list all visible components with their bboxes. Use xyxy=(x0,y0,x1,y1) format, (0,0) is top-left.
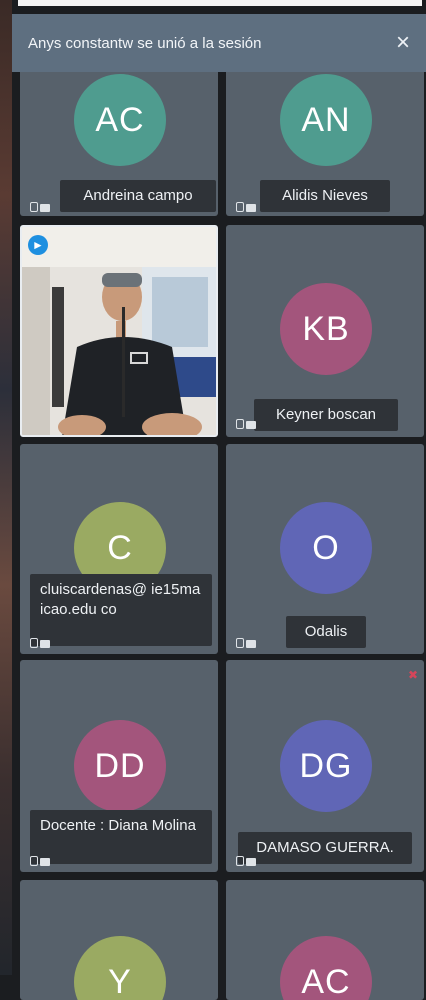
status-icons xyxy=(30,636,52,648)
participant-name: Docente : Diana Molina xyxy=(30,810,212,864)
participant-tile[interactable]: KB Keyner boscan xyxy=(226,225,424,437)
status-icons xyxy=(236,417,258,429)
avatar: AC xyxy=(74,74,166,166)
avatar: DG xyxy=(280,720,372,812)
participant-grid: AC Andreina campo AN Alidis Nieves ► KB … xyxy=(0,0,426,1000)
status-icons xyxy=(236,854,258,866)
participant-name: Andreina campo xyxy=(60,180,216,212)
video-tile[interactable]: ► xyxy=(20,225,218,437)
participant-tile[interactable]: AC Andreina campo xyxy=(20,60,218,216)
participant-tile[interactable]: AC xyxy=(226,880,424,1000)
participant-name: Alidis Nieves xyxy=(260,180,390,212)
avatar: AN xyxy=(280,74,372,166)
join-notification: Anys constantw se unió a la sesión × xyxy=(12,14,426,72)
participant-tile[interactable]: C cluiscardenas@ ie15maicao.edu co xyxy=(20,444,218,654)
avatar: KB xyxy=(280,283,372,375)
avatar: DD xyxy=(74,720,166,812)
status-icons xyxy=(30,200,52,212)
avatar: Y xyxy=(74,936,166,1000)
muted-mic-icon: ✖ xyxy=(407,668,418,682)
close-icon[interactable]: × xyxy=(396,31,410,55)
participant-tile[interactable]: DD Docente : Diana Molina xyxy=(20,660,218,872)
participant-name: DAMASO GUERRA. xyxy=(238,832,412,864)
speaker-icon: ► xyxy=(28,235,48,255)
participant-tile[interactable]: Y xyxy=(20,880,218,1000)
avatar: O xyxy=(280,502,372,594)
participant-tile[interactable]: AN Alidis Nieves xyxy=(226,60,424,216)
status-icons xyxy=(30,854,52,866)
participant-video xyxy=(22,227,216,435)
status-icons xyxy=(236,636,258,648)
status-icons xyxy=(236,200,258,212)
participant-name: cluiscardenas@ ie15maicao.edu co xyxy=(30,574,212,646)
participant-name: Keyner boscan xyxy=(254,399,398,431)
participant-name: Odalis xyxy=(286,616,366,648)
participant-tile[interactable]: O Odalis xyxy=(226,444,424,654)
join-notification-text: Anys constantw se unió a la sesión xyxy=(28,34,262,52)
participant-tile[interactable]: DG DAMASO GUERRA. ✖ xyxy=(226,660,424,872)
avatar: AC xyxy=(280,936,372,1000)
